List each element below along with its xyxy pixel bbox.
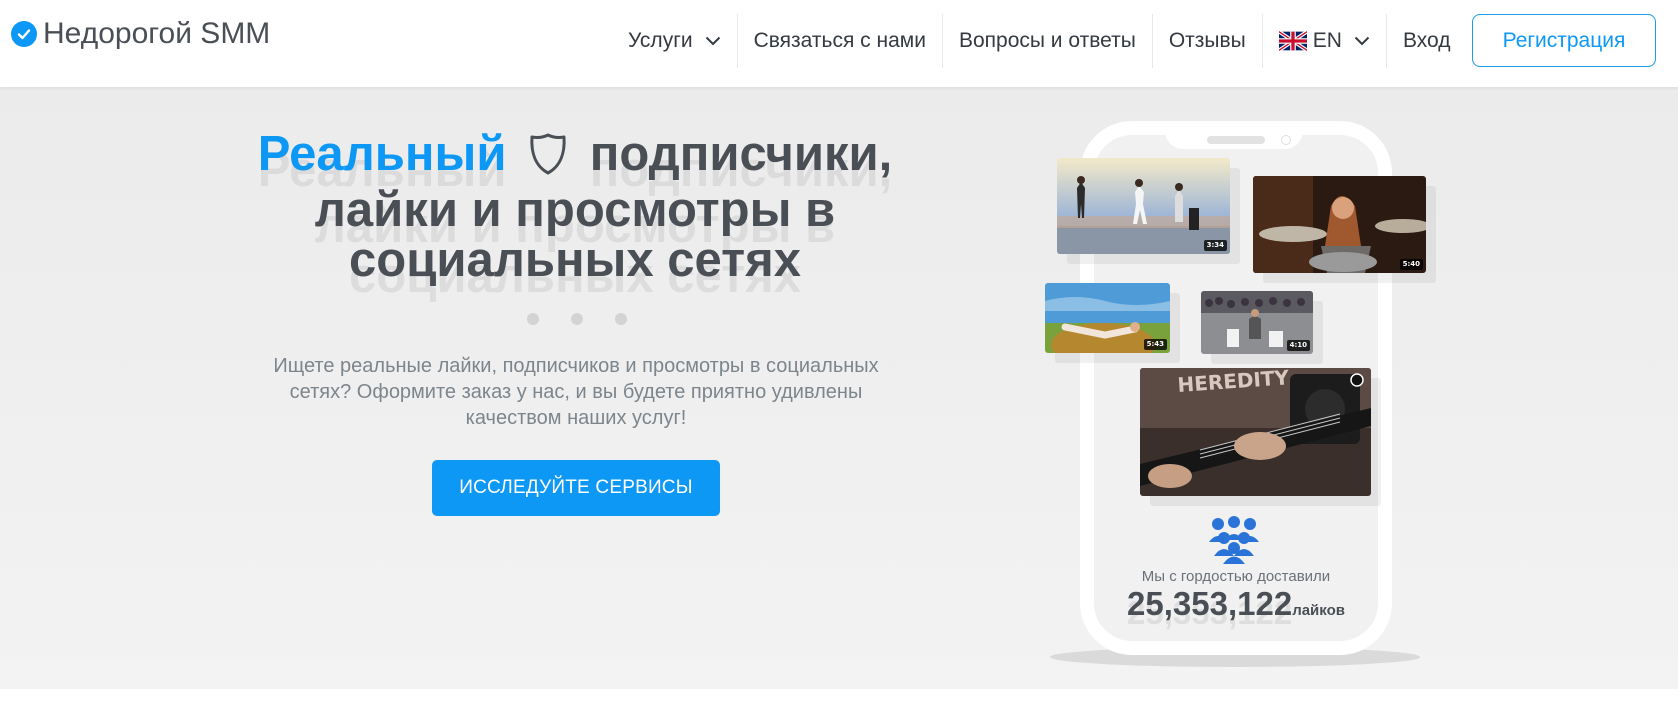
chevron-down-icon (1354, 36, 1370, 46)
explore-services-button[interactable]: ИССЛЕДУЙТЕ СЕРВИСЫ (432, 460, 720, 516)
nav-services-label: Услуги (628, 29, 693, 52)
video-thumbnail[interactable]: 4:10 (1201, 291, 1313, 354)
page-bottom (0, 689, 1678, 710)
video-thumbnail[interactable]: HEREDITY (1140, 368, 1371, 496)
slider-dot[interactable] (571, 313, 583, 325)
hero-section: Реальный подписчики, лайки и просмотры в… (0, 87, 1678, 689)
stat-value: 25,353,122лайков (1100, 585, 1372, 623)
slider-dot[interactable] (615, 313, 627, 325)
video-duration: 5:40 (1399, 259, 1423, 270)
chevron-down-icon (705, 36, 721, 46)
headline-line1-rest: подписчики, (589, 127, 893, 181)
site-header: Недорогой SMM Услуги Связаться с нами Во… (0, 0, 1678, 87)
stat-label: Мы с гордостью доставили (1141, 568, 1331, 585)
nav-contact[interactable]: Связаться с нами (738, 14, 943, 68)
nav-faq[interactable]: Вопросы и ответы (943, 14, 1153, 68)
people-group-icon (1208, 516, 1260, 564)
video-thumbnail[interactable]: 5:43 (1045, 283, 1170, 353)
video-thumbnail[interactable]: 5:40 (1253, 176, 1426, 273)
hero-headline: Реальный подписчики, лайки и просмотры в… (230, 129, 920, 285)
nav-faq-label: Вопросы и ответы (958, 29, 1136, 52)
stat-number: 25,353,122 (1127, 585, 1293, 622)
video-duration: 5:43 (1143, 339, 1167, 350)
video-thumbnail[interactable]: 3:34 (1057, 158, 1230, 254)
phone-camera (1281, 135, 1291, 145)
hero-description: Ищете реальные лайки, подписчиков и прос… (273, 355, 879, 429)
register-button[interactable]: Регистрация (1472, 14, 1656, 67)
slider-dots (527, 313, 627, 327)
nav-login-label: Вход (1402, 29, 1451, 52)
brand-name: Недорогой SMM (43, 17, 271, 50)
nav-services[interactable]: Услуги (612, 14, 738, 68)
check-circle-icon (11, 21, 37, 47)
uk-flag-icon (1278, 31, 1307, 51)
nav-login[interactable]: Вход (1387, 14, 1467, 68)
headline-line3: социальных сетях (349, 233, 801, 287)
nav-contact-label: Связаться с нами (753, 29, 926, 52)
headline-line2: лайки и просмотры в (314, 183, 836, 237)
nav-reviews[interactable]: Отзывы (1153, 14, 1263, 68)
language-label: EN (1312, 29, 1342, 52)
nav-reviews-label: Отзывы (1168, 29, 1246, 52)
headline-accent: Реальный (257, 127, 507, 181)
video-duration: 3:34 (1203, 240, 1227, 251)
shield-icon (528, 132, 568, 185)
language-selector[interactable]: EN (1263, 14, 1387, 68)
brand-logo[interactable]: Недорогой SMM (11, 17, 270, 51)
video-duration: 4:10 (1286, 340, 1310, 351)
stat-unit: лайков (1292, 602, 1345, 619)
main-nav: Услуги Связаться с нами Вопросы и ответы… (612, 14, 1466, 68)
slider-dot[interactable] (527, 313, 539, 325)
phone-speaker (1207, 136, 1265, 144)
